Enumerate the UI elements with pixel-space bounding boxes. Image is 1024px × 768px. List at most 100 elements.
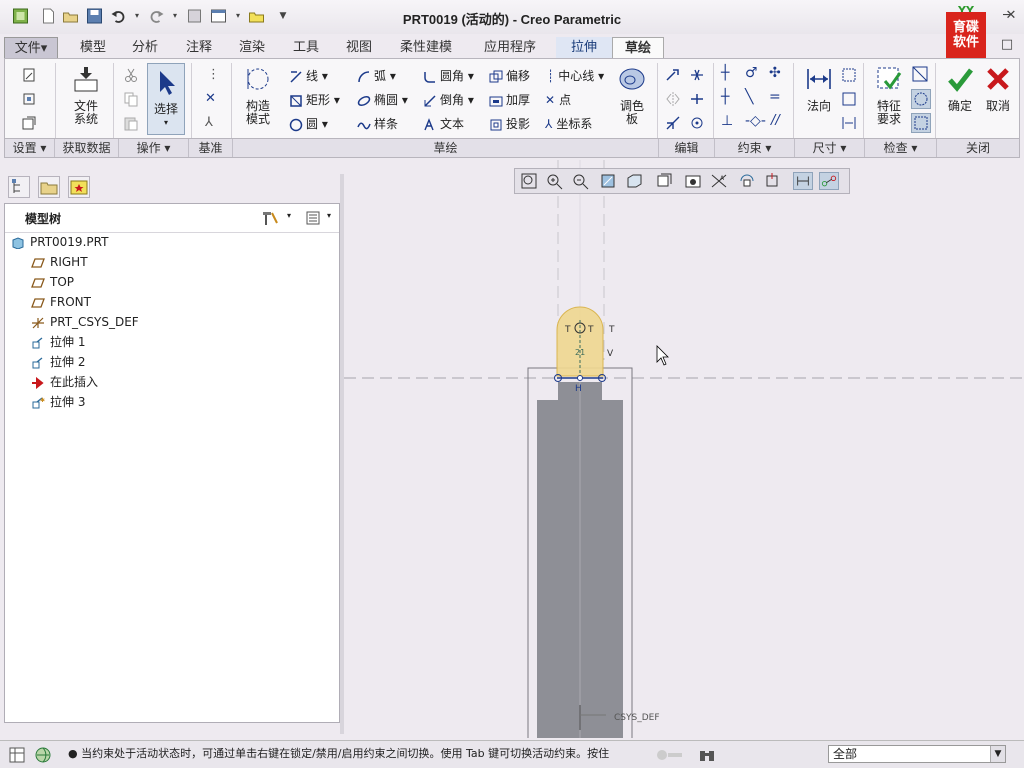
datum-display-icon[interactable]: A bbox=[709, 172, 729, 190]
group-dimension[interactable]: 尺寸 ▾ bbox=[795, 139, 865, 157]
view-manager-icon[interactable] bbox=[683, 172, 703, 190]
dimension-display-icon[interactable] bbox=[793, 172, 813, 190]
offset-button[interactable]: 偏移 bbox=[489, 67, 530, 84]
model-tree-tab[interactable] bbox=[8, 176, 30, 198]
group-setup[interactable]: 设置 ▾ bbox=[5, 139, 55, 157]
horizontal-constraint-icon[interactable]: ┼ bbox=[721, 89, 729, 105]
overlapping-geometry-icon[interactable] bbox=[911, 65, 929, 83]
tab-annotate[interactable]: 注释 bbox=[174, 37, 224, 59]
project-button[interactable]: 投影 bbox=[489, 115, 530, 132]
ok-button[interactable]: 确定 bbox=[943, 65, 977, 113]
reference-dimension-icon[interactable] bbox=[841, 91, 857, 107]
folder-browser-tab[interactable] bbox=[38, 176, 60, 198]
tab-model[interactable]: 模型 bbox=[68, 37, 118, 59]
parallel-constraint-icon[interactable]: // bbox=[771, 113, 780, 128]
refit-icon[interactable] bbox=[519, 172, 539, 190]
tab-tools[interactable]: 工具 bbox=[280, 37, 332, 59]
sketch-vertex-center[interactable] bbox=[577, 375, 583, 381]
spin-center-icon[interactable] bbox=[737, 172, 757, 190]
repaint-icon[interactable] bbox=[599, 172, 619, 190]
tab-flexible-modeling[interactable]: 柔性建模 bbox=[388, 37, 464, 59]
select-button[interactable]: 选择 ▾ bbox=[147, 63, 185, 135]
group-constrain[interactable]: 约束 ▾ bbox=[715, 139, 795, 157]
mirror-icon[interactable] bbox=[665, 91, 681, 107]
tree-settings-icon[interactable] bbox=[305, 210, 321, 226]
chamfer-button[interactable]: 倒角 ▾ bbox=[423, 91, 474, 108]
midpoint-constraint-icon[interactable]: ✣ bbox=[769, 65, 781, 81]
tree-tools-icon[interactable] bbox=[261, 210, 279, 226]
construction-mode-button[interactable]: 构造 模式 bbox=[237, 65, 279, 126]
perpendicular-constraint-icon[interactable]: ⊥ bbox=[721, 113, 733, 129]
palette-button[interactable]: 调色 板 bbox=[615, 65, 649, 126]
chevron-down-icon[interactable]: ▼ bbox=[990, 746, 1005, 762]
paste-icon[interactable] bbox=[123, 115, 139, 131]
display-style-icon[interactable] bbox=[625, 172, 645, 190]
feature-requirements-button[interactable]: 特征 要求 bbox=[869, 65, 909, 126]
tree-item-csys[interactable]: PRT_CSYS_DEF bbox=[31, 313, 139, 331]
tree-item-extrude-2[interactable]: 拉伸 2 bbox=[31, 353, 85, 371]
group-inspect[interactable]: 检查 ▾ bbox=[865, 139, 937, 157]
tree-item-part[interactable]: PRT0019.PRT bbox=[11, 233, 108, 251]
copy-icon[interactable] bbox=[123, 91, 139, 107]
spline-button[interactable]: 样条 bbox=[357, 115, 398, 132]
vertical-constraint-icon[interactable]: ┼ bbox=[721, 65, 729, 81]
tree-settings-dropdown-icon[interactable]: ▾ bbox=[327, 211, 331, 220]
circle-button[interactable]: 圆 ▾ bbox=[289, 115, 328, 132]
sketch-orientation-icon[interactable] bbox=[763, 172, 783, 190]
tree-item-top-plane[interactable]: TOP bbox=[31, 273, 74, 291]
saved-orientations-icon[interactable] bbox=[655, 172, 675, 190]
constraint-display-icon[interactable] bbox=[819, 172, 839, 190]
selection-filter[interactable]: 全部 ▼ bbox=[828, 745, 1006, 763]
highlight-open-ends-icon[interactable] bbox=[911, 89, 931, 109]
tangent-constraint-icon[interactable]: ♂ bbox=[745, 65, 758, 81]
group-operations[interactable]: 操作 ▾ bbox=[119, 139, 189, 157]
coincident-constraint-icon[interactable]: ╲ bbox=[745, 89, 753, 105]
symmetric-constraint-icon[interactable]: -◇- bbox=[745, 113, 766, 129]
arc-button[interactable]: 弧 ▾ bbox=[357, 67, 396, 84]
reference-icon[interactable] bbox=[21, 91, 37, 107]
datum-centerline-icon[interactable]: ⋮ bbox=[207, 67, 220, 82]
text-button[interactable]: 文本 bbox=[423, 115, 464, 132]
graphics-window[interactable]: T T T V H 21 CSYS_DEF bbox=[344, 160, 1024, 738]
file-system-button[interactable]: 文件 系统 bbox=[65, 65, 107, 126]
baseline-dimension-icon[interactable] bbox=[841, 115, 857, 131]
corner-icon[interactable] bbox=[665, 115, 681, 131]
line-button[interactable]: 线 ▾ bbox=[289, 67, 328, 84]
zoom-in-icon[interactable] bbox=[545, 172, 565, 190]
tab-view[interactable]: 视图 bbox=[334, 37, 384, 59]
close-icon[interactable]: ✕ bbox=[1004, 9, 1018, 23]
toggle-navigator-icon[interactable] bbox=[8, 746, 26, 764]
sketch-setup-icon[interactable] bbox=[21, 67, 37, 83]
dimension-label[interactable]: 21 bbox=[575, 348, 585, 357]
datum-csys-icon[interactable]: ⅄ bbox=[205, 115, 213, 130]
fillet-button[interactable]: 圆角 ▾ bbox=[423, 67, 474, 84]
ellipse-button[interactable]: 椭圆 ▾ bbox=[357, 91, 408, 108]
find-binoculars-icon[interactable] bbox=[698, 747, 716, 763]
cut-icon[interactable] bbox=[123, 67, 139, 83]
centerline-button[interactable]: ┊ 中心线 ▾ bbox=[547, 67, 604, 84]
equal-constraint-icon[interactable]: = bbox=[769, 89, 781, 105]
sketch-view-icon[interactable] bbox=[21, 115, 37, 131]
datum-point-icon[interactable]: ✕ bbox=[205, 91, 216, 106]
shade-closed-loops-icon[interactable] bbox=[911, 113, 931, 133]
thicken-button[interactable]: 加厚 bbox=[489, 91, 530, 108]
normal-dimension-button[interactable]: 法向 bbox=[799, 65, 839, 113]
selection-toggle-icon[interactable] bbox=[656, 749, 684, 761]
point-button[interactable]: ✕ 点 bbox=[545, 91, 571, 108]
tab-analysis[interactable]: 分析 bbox=[120, 37, 170, 59]
rectangle-button[interactable]: 矩形 ▾ bbox=[289, 91, 340, 108]
tab-file[interactable]: 文件▾ bbox=[4, 37, 58, 59]
modify-icon[interactable] bbox=[665, 67, 681, 83]
rotate-resize-icon[interactable] bbox=[689, 115, 705, 131]
favorites-tab[interactable] bbox=[68, 176, 90, 198]
tree-item-insert-here[interactable]: 在此插入 bbox=[31, 373, 98, 391]
tree-item-front-plane[interactable]: FRONT bbox=[31, 293, 91, 311]
csys-button[interactable]: ⅄ 坐标系 bbox=[545, 115, 592, 132]
divide-icon[interactable] bbox=[689, 91, 705, 107]
tab-extrude[interactable]: 拉伸 bbox=[556, 37, 612, 59]
tab-sketch[interactable]: 草绘 bbox=[612, 37, 664, 59]
tab-applications[interactable]: 应用程序 bbox=[472, 37, 548, 59]
zoom-out-icon[interactable] bbox=[571, 172, 591, 190]
tree-item-right-plane[interactable]: RIGHT bbox=[31, 253, 88, 271]
tree-tools-dropdown-icon[interactable]: ▾ bbox=[287, 211, 291, 220]
